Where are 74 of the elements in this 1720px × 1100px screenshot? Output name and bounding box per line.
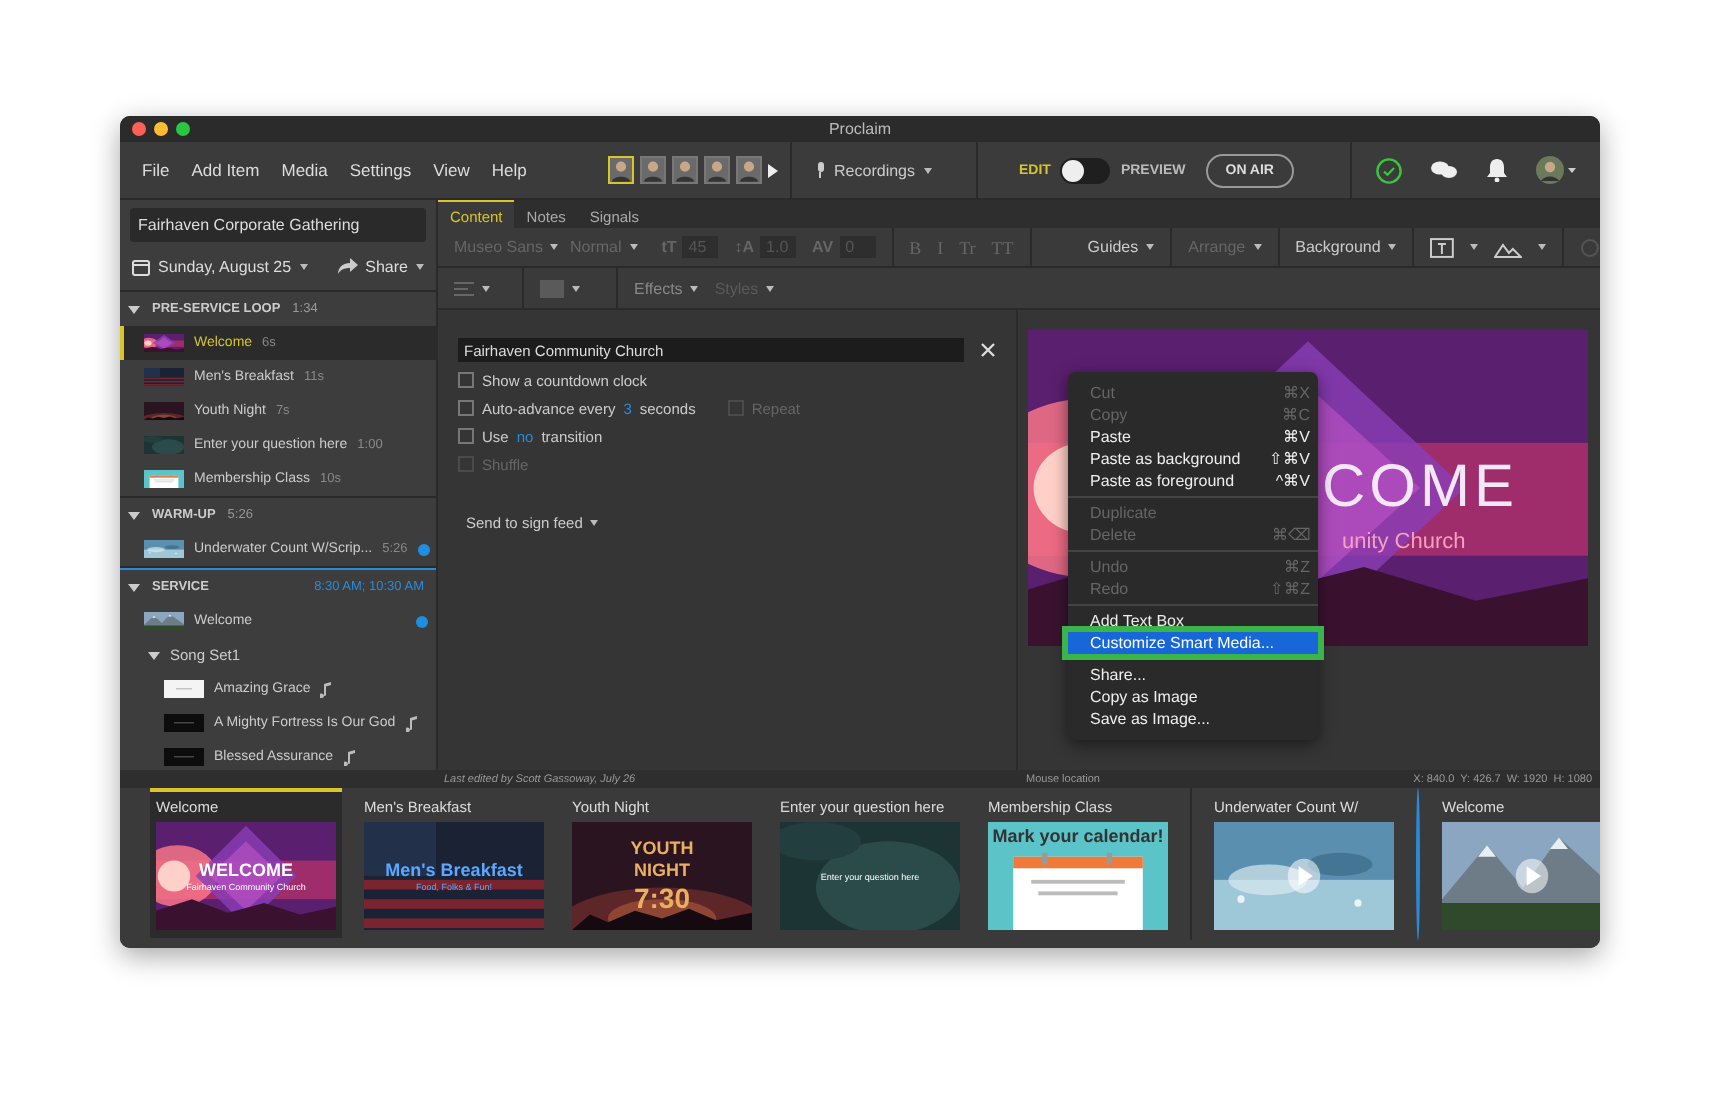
toolbar-menu[interactable]: Guides [1087,238,1155,256]
recordings-menu[interactable]: Recordings [792,161,975,179]
zoom-button[interactable] [176,122,190,136]
checkbox[interactable] [458,428,474,444]
music-note-icon [343,749,356,765]
window-title: Proclaim [828,120,892,138]
caret-icon [299,263,308,269]
caret-icon [1146,244,1155,250]
avatar-icon[interactable] [640,156,667,184]
slide-text: 7:30 [633,882,691,914]
slide-subtitle: unity Church [1342,530,1466,554]
share-menu[interactable]: Share [337,257,424,275]
caret-icon [1388,244,1397,250]
menu-item[interactable]: Customize Smart Media... [1068,632,1318,654]
disclosure-icon[interactable] [128,305,140,313]
check-circle-icon[interactable] [1376,157,1402,183]
slide-text: Men's Breakfast [385,860,523,880]
avatar-icon[interactable] [672,156,699,184]
caret-icon [590,520,599,526]
toolbar-menu[interactable]: Background [1295,238,1397,256]
chat-icon[interactable] [1430,160,1458,180]
caret-icon [482,285,490,291]
caret-icon [766,285,775,291]
disclosure-icon[interactable] [148,651,160,659]
caret-icon [1470,244,1479,250]
caret-icon [1253,244,1262,250]
play-icon[interactable] [768,163,779,177]
disclosure-icon[interactable] [128,511,140,519]
slide-text: YOUTH [630,838,694,858]
slide-text: NIGHT [634,860,690,880]
align-icon [454,281,474,295]
menu-item[interactable]: Media [281,160,328,180]
minimize-button[interactable] [154,122,168,136]
mode-toggle[interactable] [1060,157,1111,183]
menu-item[interactable]: Add Item [191,160,260,180]
slide-text: WELCOME [199,860,293,880]
caret-icon [572,285,580,291]
caret-icon [550,244,559,250]
menu-item[interactable]: Paste as background ⇧⌘V [1068,448,1318,470]
checkbox[interactable] [458,400,474,416]
caret-icon [629,244,638,250]
menu-item[interactable]: Copy as Image [1068,686,1318,708]
menu-item[interactable]: File [142,160,170,180]
menu-item[interactable]: Add Text Box [1068,610,1318,632]
date-picker[interactable]: Sunday, August 25 [132,257,308,275]
bell-icon[interactable] [1486,158,1508,182]
slide-title: COME [1322,454,1518,522]
avatar-icon[interactable] [608,156,635,184]
calendar-icon [132,257,150,275]
disclosure-icon[interactable] [128,583,140,591]
caret-icon [416,263,424,269]
caret-icon [1538,244,1547,250]
avatar-icon[interactable] [704,156,731,184]
caret-icon [690,285,699,291]
share-icon [337,258,358,274]
checkbox[interactable] [458,372,474,388]
close-button[interactable] [132,122,146,136]
music-note-icon [320,681,333,697]
microphone-icon [816,162,827,178]
close-icon[interactable] [980,342,996,358]
caret-icon [923,167,931,173]
avatar-icon[interactable] [736,156,763,184]
menu-item[interactable]: Paste as foreground ^⌘V [1068,470,1318,492]
menu-item[interactable]: Save as Image... [1068,708,1318,730]
menu-item[interactable]: Paste ⌘V [1068,426,1318,448]
title-field[interactable]: Fairhaven Corporate Gathering [130,208,426,242]
menu-item[interactable]: View [433,160,470,180]
slide-text: Mark your calendar! [992,826,1164,846]
music-note-icon [405,715,418,731]
menu-item[interactable]: Settings [349,160,412,180]
menu-item[interactable]: Share... [1068,664,1318,686]
menu-item[interactable]: Help [491,160,527,180]
text-box-icon[interactable] [1430,237,1455,257]
profile-avatar-icon[interactable] [1536,156,1576,184]
